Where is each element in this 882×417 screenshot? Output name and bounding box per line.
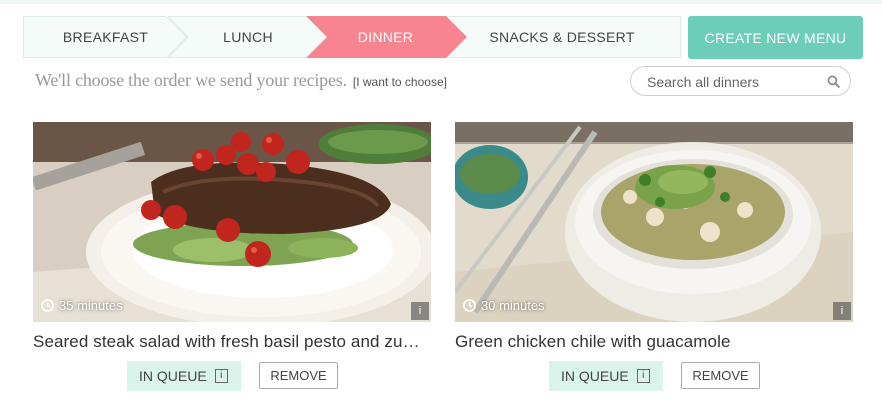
search-box xyxy=(630,66,851,96)
cook-time-label: 30 minutes xyxy=(481,298,545,313)
tab-label: BREAKFAST xyxy=(62,29,149,45)
cook-time: 30 minutes xyxy=(463,298,545,313)
meal-category-tabs: SNACKS & DESSERT DINNER LUNCH BREAKFAST xyxy=(23,16,681,58)
order-subtitle: We'll choose the order we send your reci… xyxy=(35,70,447,91)
green-chicken-chile-image xyxy=(455,122,853,322)
in-queue-button[interactable]: IN QUEUE i xyxy=(127,361,241,391)
recipe-card: 35 minutes i Seared steak salad with fre… xyxy=(33,122,431,391)
recipe-actions: IN QUEUE i REMOVE xyxy=(455,361,853,391)
tab-label: LUNCH xyxy=(223,29,273,45)
recipe-title[interactable]: Seared steak salad with fresh basil pest… xyxy=(33,332,431,352)
choose-order-link[interactable]: [I want to choose] xyxy=(353,75,447,89)
remove-button[interactable]: REMOVE xyxy=(259,362,338,389)
recipe-photo[interactable]: 35 minutes i xyxy=(33,122,431,322)
remove-button[interactable]: REMOVE xyxy=(681,362,760,389)
tab-label: SNACKS & DESSERT xyxy=(489,29,635,45)
cook-time: 35 minutes xyxy=(41,298,123,313)
top-accent-line xyxy=(0,0,882,4)
steak-salad-image xyxy=(33,122,431,322)
create-new-menu-button[interactable]: CREATE NEW MENU xyxy=(688,16,863,59)
info-icon[interactable]: i xyxy=(833,302,851,320)
recipe-photo[interactable]: 30 minutes i xyxy=(455,122,853,322)
tab-breakfast[interactable]: BREAKFAST xyxy=(23,16,188,58)
tab-snacks-dessert[interactable]: SNACKS & DESSERT xyxy=(443,16,681,58)
cook-time-label: 35 minutes xyxy=(59,298,123,313)
in-queue-button[interactable]: IN QUEUE i xyxy=(549,361,663,391)
recipe-card: 30 minutes i Green chicken chile with gu… xyxy=(455,122,853,391)
search-icon[interactable] xyxy=(827,75,840,88)
search-input[interactable] xyxy=(647,73,827,91)
tab-lunch[interactable]: LUNCH xyxy=(168,16,328,58)
recipe-actions: IN QUEUE i REMOVE xyxy=(33,361,431,391)
clock-icon xyxy=(41,299,54,312)
recipe-title[interactable]: Green chicken chile with guacamole xyxy=(455,332,853,352)
info-icon[interactable]: i xyxy=(411,302,429,320)
order-note: We'll choose the order we send your reci… xyxy=(35,70,347,90)
in-queue-label: IN QUEUE xyxy=(561,368,629,384)
in-queue-label: IN QUEUE xyxy=(139,368,207,384)
clock-icon xyxy=(463,299,476,312)
tab-label: DINNER xyxy=(357,29,414,45)
info-icon[interactable]: i xyxy=(214,369,228,383)
info-icon[interactable]: i xyxy=(636,369,650,383)
